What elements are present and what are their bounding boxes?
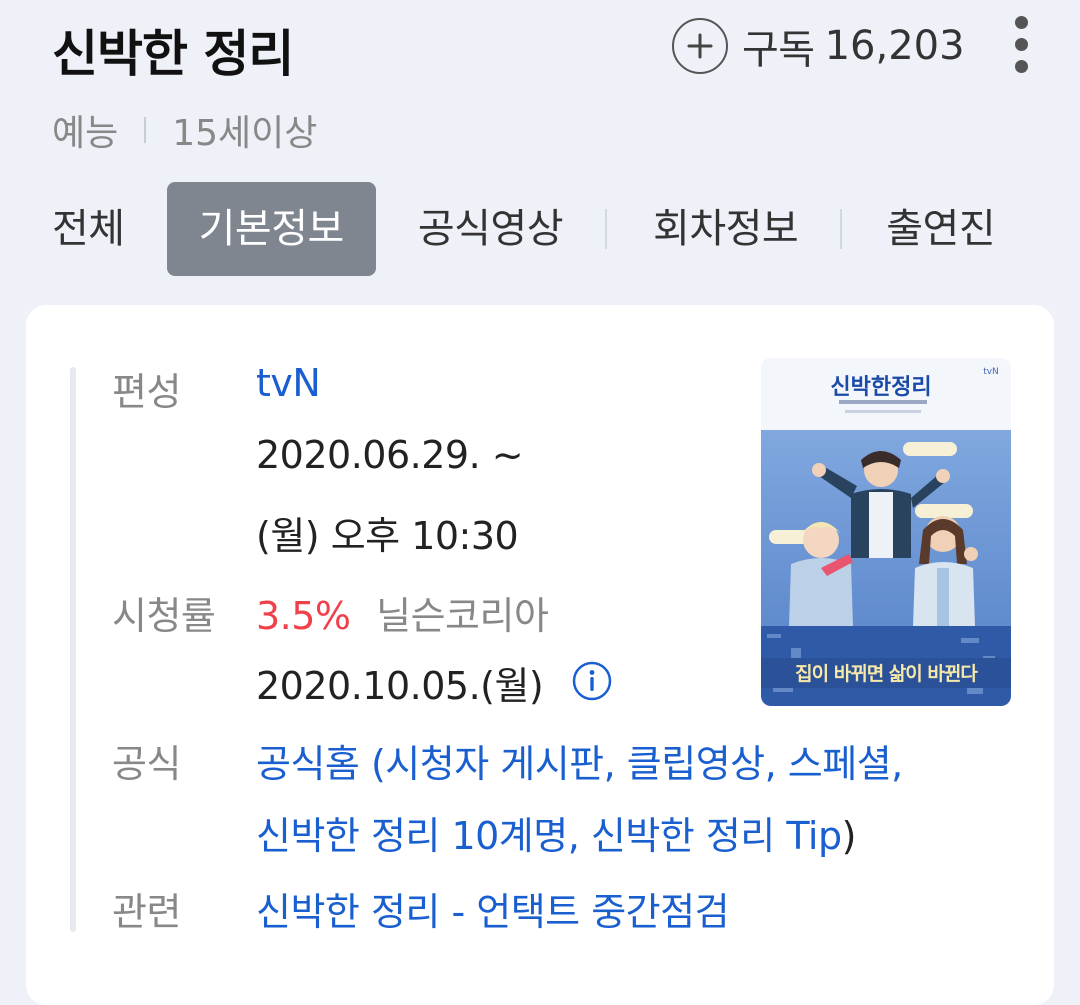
more-dot bbox=[1015, 16, 1028, 29]
rating-label: 시청률 bbox=[112, 594, 216, 638]
age-rating-label: 15세이상 bbox=[172, 113, 318, 154]
official-label: 공식 bbox=[112, 742, 181, 786]
air-time: (월) 오후 10:30 bbox=[256, 514, 519, 558]
official-links-line-2[interactable]: 신박한 정리 10계명, 신박한 정리 Tip bbox=[256, 814, 842, 858]
rating-date: 2020.10.05.(월) bbox=[256, 664, 544, 708]
tab-all[interactable]: 전체 bbox=[52, 182, 125, 276]
tab-official-videos[interactable]: 공식영상 bbox=[418, 182, 564, 276]
page-title: 신박한 정리 bbox=[52, 25, 294, 83]
program-meta: 예능 15세이상 bbox=[52, 104, 317, 156]
plus-circle-icon bbox=[672, 18, 728, 74]
broadcaster-link[interactable]: tvN bbox=[256, 361, 321, 405]
genre-label: 예능 bbox=[52, 113, 119, 154]
official-close-paren: ) bbox=[841, 814, 857, 858]
official-home-link[interactable]: 공식홈 bbox=[256, 742, 360, 786]
program-poster[interactable]: 신박한정리 tvN 집이 바뀌면 삶이 바뀐다 bbox=[761, 358, 1011, 706]
related-label: 관련 bbox=[112, 890, 181, 934]
info-icon[interactable] bbox=[571, 660, 613, 711]
start-date: 2020.06.29. ~ bbox=[256, 433, 524, 477]
rating-date-line: 2020.10.05.(월) bbox=[256, 655, 613, 711]
broadcast-label: 편성 bbox=[112, 370, 181, 414]
subscribe-label: 구독 bbox=[742, 27, 815, 73]
rating-value: 3.5% bbox=[256, 594, 351, 638]
official-links-line-1[interactable]: 시청자 게시판, 클립영상, 스페셜, bbox=[385, 742, 903, 786]
tab-basic-info[interactable]: 기본정보 bbox=[166, 182, 376, 276]
poster-channel: tvN bbox=[983, 367, 999, 377]
poster-image: 신박한정리 tvN 집이 바뀌면 삶이 바뀐다 bbox=[761, 358, 1011, 706]
related-link[interactable]: 신박한 정리 - 언택트 중간점검 bbox=[256, 881, 730, 936]
info-card: 편성 tvN 2020.06.29. ~ (월) 오후 10:30 시청률 3.… bbox=[26, 305, 1054, 1005]
poster-title: 신박한정리 bbox=[830, 375, 931, 400]
official-open-paren: ( bbox=[359, 742, 386, 786]
rating-line: 3.5% 닐슨코리아 bbox=[256, 585, 549, 640]
tab-divider bbox=[605, 209, 608, 249]
official-line-2: 신박한 정리 10계명, 신박한 정리 Tip) bbox=[256, 805, 856, 860]
official-line-1: 공식홈 (시청자 게시판, 클립영상, 스페셜, bbox=[256, 733, 903, 788]
more-dot bbox=[1015, 38, 1028, 51]
header: 신박한 정리 구독 16,203 bbox=[0, 0, 1080, 90]
tab-cast[interactable]: 출연진 bbox=[886, 182, 995, 276]
more-vertical-icon[interactable] bbox=[1006, 14, 1038, 76]
rating-source: 닐슨코리아 bbox=[376, 594, 549, 638]
meta-divider bbox=[144, 117, 147, 143]
tab-bar: 전체 기본정보 공식영상 회차정보 출연진 bbox=[52, 182, 1080, 276]
card-rail bbox=[70, 367, 76, 932]
subscribe-button[interactable]: 구독 16,203 bbox=[672, 16, 965, 76]
tab-episode-info[interactable]: 회차정보 bbox=[653, 182, 799, 276]
subscriber-count: 16,203 bbox=[824, 23, 965, 69]
tab-divider bbox=[840, 209, 843, 249]
more-dot bbox=[1015, 60, 1028, 73]
poster-bottom-text: 집이 바뀌면 삶이 바뀐다 bbox=[795, 663, 978, 685]
